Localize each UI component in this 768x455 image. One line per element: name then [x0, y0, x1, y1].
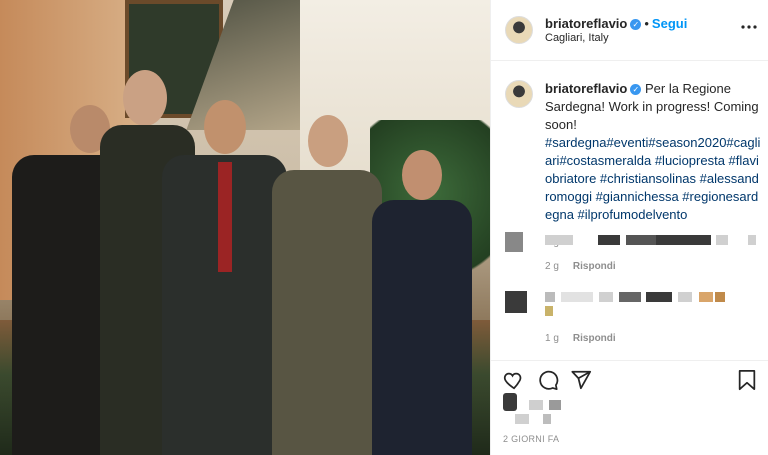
- more-options-icon[interactable]: [741, 16, 757, 34]
- caption-hashtags[interactable]: #sardegna#eventi#season2020#cagliari#cos…: [545, 135, 760, 222]
- verified-icon: ✓: [630, 84, 642, 95]
- avatar[interactable]: [505, 16, 533, 44]
- reply-button[interactable]: Rispondi: [573, 261, 616, 272]
- action-bar: [491, 360, 768, 401]
- photo-person: [372, 150, 472, 455]
- username-link[interactable]: briatoreflavio: [545, 16, 627, 31]
- follow-button[interactable]: Segui: [652, 16, 687, 31]
- post-photo[interactable]: [0, 0, 490, 455]
- comment-text-blurred: [545, 235, 573, 245]
- photo-person: [162, 100, 287, 455]
- comment-age: 2 g: [545, 261, 559, 272]
- liked-by-avatar[interactable]: [503, 393, 517, 411]
- comment-text-blurred: [545, 292, 555, 302]
- send-icon[interactable]: [570, 369, 592, 396]
- comment-age: 1 g: [545, 333, 559, 344]
- separator-dot: •: [644, 16, 649, 31]
- photo-person: [272, 115, 382, 455]
- caption: briatoreflavio ✓ Per la Regione Sardegna!…: [545, 80, 761, 252]
- post-sidebar: briatoreflavio ✓ • Segui Cagliari, Italy br…: [490, 0, 768, 455]
- caption-avatar[interactable]: [505, 80, 533, 108]
- comment-avatar[interactable]: [505, 291, 527, 313]
- caption-username[interactable]: briatoreflavio: [545, 81, 627, 96]
- comment-avatar[interactable]: [505, 232, 523, 252]
- bookmark-icon[interactable]: [737, 369, 757, 396]
- reply-button[interactable]: Rispondi: [573, 333, 616, 344]
- post-timestamp[interactable]: 2 GIORNI FA: [503, 434, 559, 444]
- post-header: briatoreflavio ✓ • Segui Cagliari, Italy: [491, 0, 768, 61]
- comment-icon[interactable]: [537, 369, 559, 396]
- liked-by-blurred: [529, 400, 543, 410]
- location-link[interactable]: Cagliari, Italy: [545, 32, 609, 44]
- heart-icon[interactable]: [503, 369, 525, 396]
- verified-icon: ✓: [630, 19, 642, 30]
